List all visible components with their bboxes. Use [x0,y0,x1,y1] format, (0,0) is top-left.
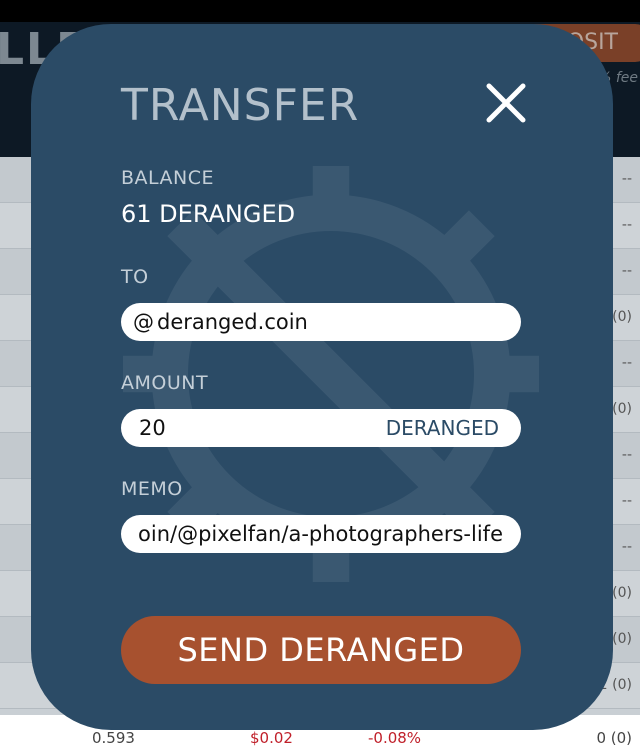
memo-input[interactable]: oin/@pixelfan/a-photographers-life [138,515,503,553]
balance-value: 61 DERANGED [121,200,296,228]
to-input[interactable] [157,303,507,341]
memo-field[interactable]: oin/@pixelfan/a-photographers-life [121,515,521,553]
status-bar [0,0,640,22]
price-cell: 0.593 [92,729,135,747]
value-cell: $0.02 [250,729,293,747]
balance-label: BALANCE [121,167,215,189]
send-button[interactable]: SEND DERANGED [121,616,521,684]
amount-field[interactable]: DERANGED [121,409,521,447]
close-icon[interactable] [483,80,529,126]
change-cell: -0.08% [368,729,422,747]
amount-unit: DERANGED [385,416,499,440]
at-prefix: @ [133,310,154,334]
amount-input[interactable] [139,409,339,447]
balance-cell: 0 (0) [596,729,632,747]
memo-label: MEMO [121,478,183,500]
modal-title: TRANSFER [121,80,360,131]
to-label: TO [121,266,149,288]
amount-label: AMOUNT [121,372,209,394]
transfer-modal: TRANSFER BALANCE 61 DERANGED TO @ AMOUNT… [31,24,613,730]
to-field[interactable]: @ [121,303,521,341]
